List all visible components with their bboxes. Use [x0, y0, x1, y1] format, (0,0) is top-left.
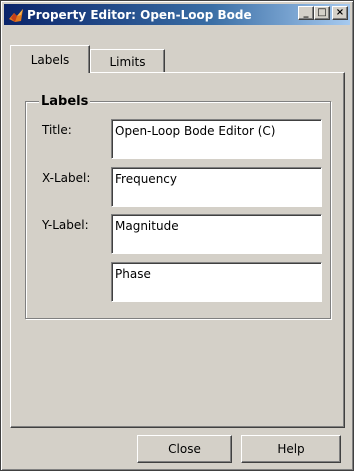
title-input[interactable]: Open-Loop Bode Editor (C) — [111, 119, 322, 159]
close-window-button[interactable]: × — [332, 6, 348, 20]
ylabel-field-label: Y-Label: — [42, 218, 89, 232]
tab-labels[interactable]: Labels — [10, 45, 90, 73]
minimize-button[interactable]: _ — [298, 6, 314, 20]
window-controls: _ □ × — [298, 6, 348, 20]
ylabel-magnitude-input[interactable]: Magnitude — [111, 214, 322, 254]
matlab-logo-icon — [8, 7, 24, 23]
tab-limits[interactable]: Limits — [90, 49, 165, 73]
xlabel-field-label: X-Label: — [42, 171, 91, 185]
title-bar[interactable]: Property Editor: Open-Loop Bode _ □ × — [4, 4, 350, 25]
help-button[interactable]: Help — [241, 435, 341, 463]
labels-group-title: Labels — [39, 94, 91, 109]
ylabel-phase-input[interactable]: Phase — [111, 262, 322, 302]
maximize-button[interactable]: □ — [314, 6, 330, 20]
xlabel-input[interactable]: Frequency — [111, 167, 322, 207]
window-title: Property Editor: Open-Loop Bode — [27, 7, 252, 22]
title-field-label: Title: — [42, 123, 72, 137]
close-button[interactable]: Close — [137, 435, 232, 463]
property-editor-window: Property Editor: Open-Loop Bode _ □ × La… — [0, 0, 354, 471]
